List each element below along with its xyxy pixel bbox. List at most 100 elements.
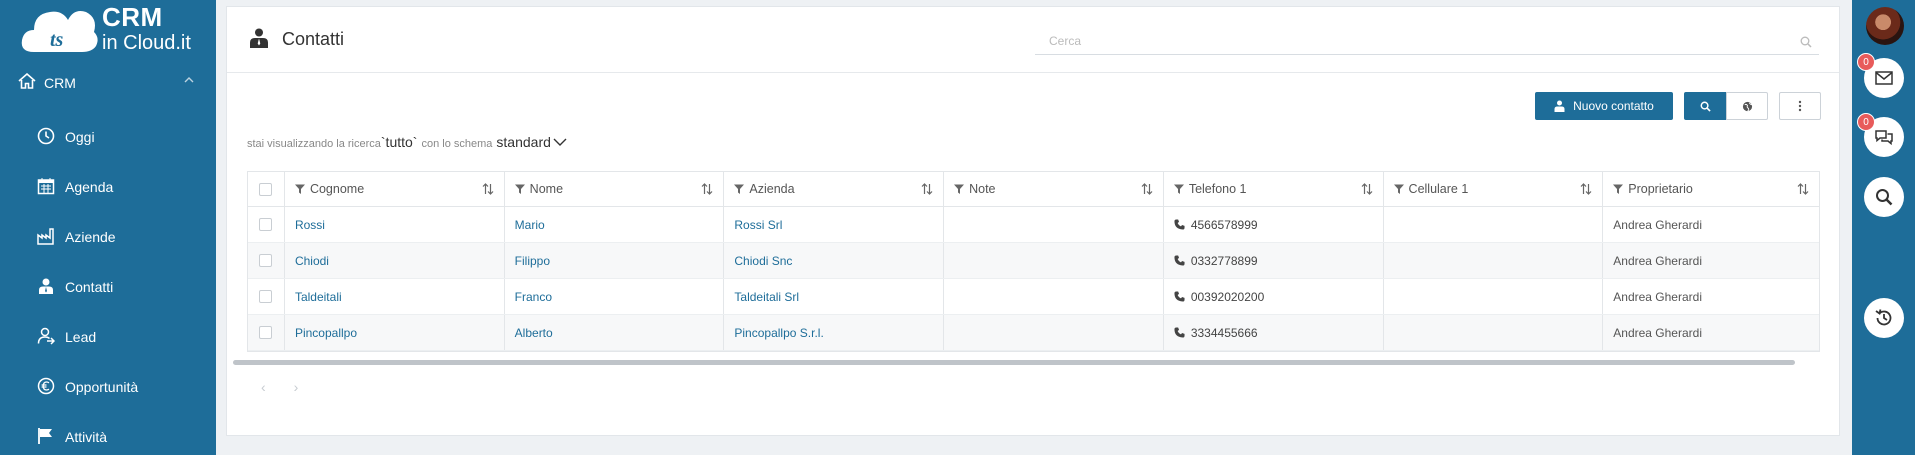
sidebar-item-label: Attività <box>65 429 108 445</box>
chevron-down-icon <box>553 138 567 146</box>
azienda-link[interactable]: Taldeitali Srl <box>734 290 799 304</box>
phone-icon <box>1174 219 1185 230</box>
filter-icon[interactable] <box>1613 184 1624 194</box>
user-avatar[interactable] <box>1866 7 1904 45</box>
horizontal-scrollbar[interactable] <box>233 360 1795 365</box>
table-row[interactable]: Taldeitali Franco Taldeitali Srl 0039202… <box>248 279 1819 315</box>
select-all-checkbox[interactable] <box>259 182 273 196</box>
sort-icon[interactable] <box>1580 183 1592 195</box>
sort-icon[interactable] <box>482 183 494 195</box>
new-contact-button[interactable]: Nuovo contatto <box>1535 92 1673 120</box>
filter-icon[interactable] <box>294 184 305 194</box>
history-button[interactable] <box>1864 298 1904 338</box>
filter-icon[interactable] <box>734 184 745 194</box>
chevron-up-icon[interactable] <box>183 74 195 86</box>
filter-icon[interactable] <box>514 184 525 194</box>
nome-link[interactable]: Alberto <box>515 326 553 340</box>
row-checkbox[interactable] <box>259 254 273 267</box>
azienda-link[interactable]: Rossi Srl <box>734 218 782 232</box>
schema-selector[interactable]: standard <box>496 134 567 150</box>
table-row[interactable]: Chiodi Filippo Chiodi Snc 0332778899 And… <box>248 243 1819 279</box>
logo-subtitle: in Cloud.it <box>102 32 191 54</box>
cognome-link[interactable]: Rossi <box>295 218 325 232</box>
sidebar-item-opportunita[interactable]: Opportunità <box>0 367 216 407</box>
phone-cell[interactable]: 00392020200 <box>1174 290 1264 304</box>
sidebar-item-label: Agenda <box>65 179 114 195</box>
search-input[interactable] <box>1035 29 1775 53</box>
phone-cell[interactable]: 4566578999 <box>1174 218 1258 232</box>
cloud-logo-icon: ts <box>21 11 98 52</box>
phone-icon <box>1174 291 1185 302</box>
column-header-note[interactable]: Note <box>944 172 1164 206</box>
contact-icon <box>1554 100 1565 112</box>
nome-link[interactable]: Franco <box>515 290 552 304</box>
sidebar-item-lead[interactable]: Lead <box>0 317 216 357</box>
home-icon <box>18 73 36 89</box>
viewing-query: `tutto` <box>380 134 418 150</box>
sort-icon[interactable] <box>1361 183 1373 195</box>
contact-icon <box>250 28 268 48</box>
cognome-link[interactable]: Taldeitali <box>295 290 342 304</box>
page-header: Contatti <box>227 7 1839 73</box>
sidebar-item-label: Aziende <box>65 229 116 245</box>
azienda-link[interactable]: Chiodi Snc <box>734 254 792 268</box>
viewing-middle: con lo schema <box>421 138 493 150</box>
azienda-link[interactable]: Pincopallpo S.r.l. <box>734 326 823 340</box>
filter-icon[interactable] <box>954 184 965 194</box>
phone-cell[interactable]: 0332778899 <box>1174 254 1258 268</box>
column-header-nome[interactable]: Nome <box>505 172 725 206</box>
current-search-info: stai visualizzando la ricerca `tutto` co… <box>247 134 567 150</box>
column-header-cognome[interactable]: Cognome <box>285 172 505 206</box>
sidebar-section-label: CRM <box>44 75 76 91</box>
cognome-link[interactable]: Pincopallpo <box>295 326 357 340</box>
search-icon <box>1876 189 1893 206</box>
clock-icon <box>37 127 55 145</box>
column-header-azienda[interactable]: Azienda <box>724 172 945 206</box>
sort-icon[interactable] <box>1797 183 1809 195</box>
table-row[interactable]: Rossi Mario Rossi Srl 4566578999 Andrea … <box>248 207 1819 243</box>
previous-page-button[interactable]: ‹ <box>261 379 266 395</box>
table-row[interactable]: Pincopallpo Alberto Pincopallpo S.r.l. 3… <box>248 315 1819 351</box>
select-all-cell <box>248 172 285 206</box>
column-label: Nome <box>529 182 564 196</box>
sidebar-section-crm[interactable]: CRM <box>0 70 216 96</box>
column-header-proprietario[interactable]: Proprietario <box>1603 172 1819 206</box>
sidebar-item-attivita[interactable]: Attività <box>0 417 216 455</box>
phone-cell[interactable]: 3334455666 <box>1174 326 1258 340</box>
nome-link[interactable]: Mario <box>515 218 545 232</box>
row-select-cell <box>248 243 285 278</box>
filter-icon[interactable] <box>1173 184 1184 194</box>
telefono-value: 4566578999 <box>1190 217 1258 232</box>
next-page-button[interactable]: › <box>294 379 299 395</box>
map-mode-button[interactable] <box>1726 92 1768 120</box>
cognome-link[interactable]: Chiodi <box>295 254 329 268</box>
globe-icon <box>1742 101 1752 111</box>
column-header-cellulare[interactable]: Cellulare 1 <box>1384 172 1604 206</box>
sort-icon[interactable] <box>1141 183 1153 195</box>
nome-link[interactable]: Filippo <box>515 254 550 268</box>
search-mode-button[interactable] <box>1684 92 1726 120</box>
sidebar-item-oggi[interactable]: Oggi <box>0 117 216 157</box>
sidebar-item-contatti[interactable]: Contatti <box>0 267 216 307</box>
phone-icon <box>1174 255 1185 266</box>
column-label: Note <box>969 182 996 196</box>
row-checkbox[interactable] <box>259 326 273 339</box>
column-label: Azienda <box>749 182 795 196</box>
telefono-value: 00392020200 <box>1190 289 1265 304</box>
row-checkbox[interactable] <box>259 218 273 231</box>
phone-icon <box>1174 327 1185 338</box>
envelope-icon <box>1875 71 1893 85</box>
filter-icon[interactable] <box>1393 184 1404 194</box>
sidebar-item-agenda[interactable]: Agenda <box>0 167 216 207</box>
row-checkbox[interactable] <box>259 290 273 303</box>
column-header-telefono[interactable]: Telefono 1 <box>1164 172 1384 206</box>
crm-in-cloud-logo[interactable]: ts CRM in Cloud.it <box>20 2 210 56</box>
new-contact-label: Nuovo contatto <box>1573 99 1654 113</box>
sidebar-item-aziende[interactable]: Aziende <box>0 217 216 257</box>
search-icon[interactable] <box>1800 36 1812 48</box>
sort-icon[interactable] <box>921 183 933 195</box>
sort-icon[interactable] <box>701 183 713 195</box>
global-search-button[interactable] <box>1864 177 1904 217</box>
more-options-button[interactable] <box>1779 92 1821 120</box>
logo-mark-text: ts <box>50 29 64 51</box>
